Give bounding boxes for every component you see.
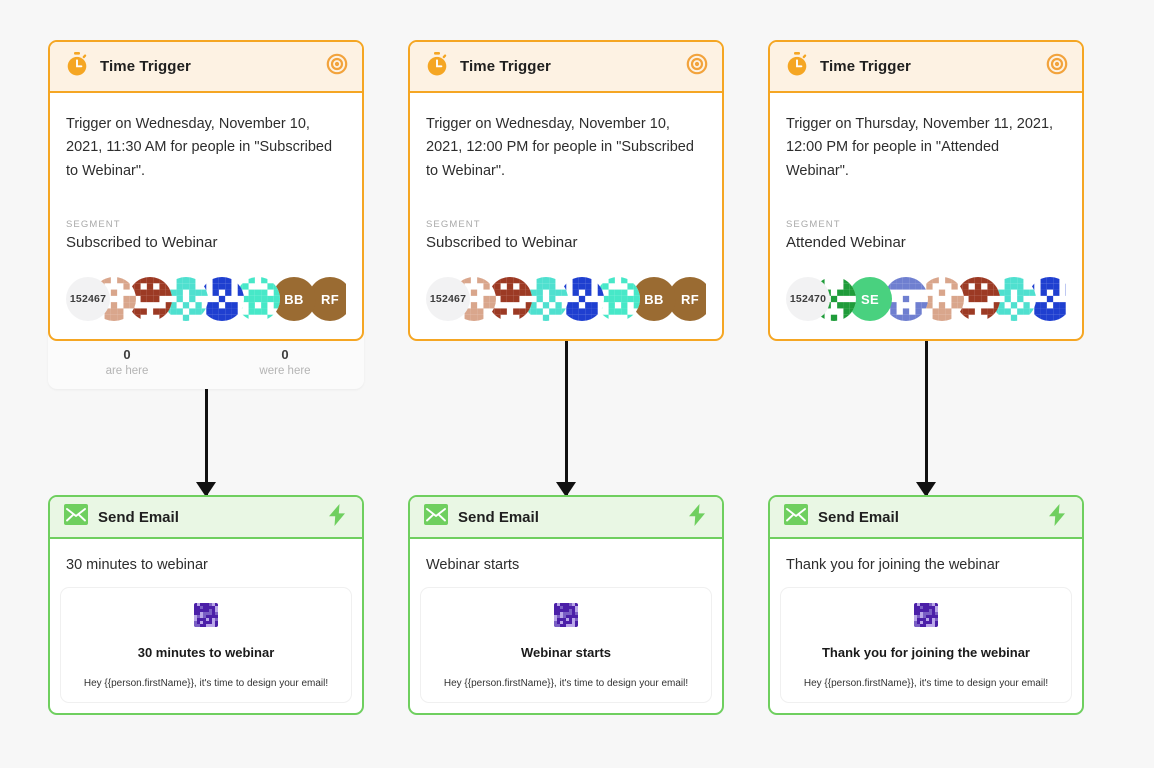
brand-logo-icon [914, 603, 938, 627]
email-card-header: Send Email [410, 497, 722, 539]
email-card-header: Send Email [50, 497, 362, 539]
email-preview[interactable]: Thank you for joining the webinar Hey {{… [780, 587, 1072, 703]
email-card-header: Send Email [770, 497, 1082, 539]
segment-label: SEGMENT [426, 219, 481, 231]
stopwatch-icon [64, 51, 90, 82]
brand-logo-icon [554, 603, 578, 627]
avatar-initials-label: BB [644, 291, 664, 307]
stat-value: 0 [123, 347, 131, 363]
segment-name[interactable]: Attended Webinar [786, 234, 1066, 251]
connector-line [565, 338, 568, 497]
email-title: Send Email [98, 508, 179, 526]
stat-label: were here [259, 365, 311, 378]
envelope-icon [64, 504, 88, 530]
target-icon[interactable] [1046, 53, 1068, 80]
lightning-bolt-icon[interactable] [326, 503, 348, 532]
trigger-description: Trigger on Thursday, November 11, 2021, … [786, 116, 1054, 179]
connector-line [205, 378, 208, 497]
avatar-strip: 152467 BB RF [66, 277, 346, 322]
send-email-card[interactable]: Send Email 30 minutes to webinar 30 minu… [48, 495, 364, 715]
segment-label: SEGMENT [786, 219, 841, 231]
avatar-initials-label: RF [321, 291, 339, 307]
avatar-count-label: 152470 [789, 293, 827, 306]
trigger-title: Time Trigger [100, 58, 191, 75]
trigger-description: Trigger on Wednesday, November 10, 2021,… [426, 116, 694, 179]
segment-block: SEGMENT Subscribed to Webinar [66, 219, 346, 251]
email-preview-heading: 30 minutes to webinar [137, 645, 275, 660]
avatar-initials-label: BB [284, 291, 304, 307]
email-subject: Thank you for joining the webinar [786, 557, 1000, 573]
connector-line [925, 338, 928, 497]
time-trigger-card[interactable]: Time Trigger Trigger on Thursday, Novemb… [768, 40, 1084, 342]
segment-block: SEGMENT Attended Webinar [786, 219, 1066, 251]
email-subject: 30 minutes to webinar [66, 557, 208, 573]
trigger-card-body: Trigger on Thursday, November 11, 2021, … [770, 93, 1082, 322]
email-preview-text: Hey {{person.firstName}}, it's time to d… [443, 678, 689, 689]
trigger-card-header: Time Trigger [770, 42, 1082, 93]
stat-label: are here [105, 365, 149, 378]
envelope-icon [424, 504, 448, 530]
segment-label: SEGMENT [66, 219, 121, 231]
trigger-title: Time Trigger [460, 58, 551, 75]
avatar-count-label: 152467 [429, 293, 467, 306]
workflow-column: Time Trigger Trigger on Wednesday, Novem… [408, 40, 724, 342]
target-icon[interactable] [686, 53, 708, 80]
email-card-body: Webinar starts [410, 539, 722, 573]
stopwatch-icon [424, 51, 450, 82]
email-card-body: Thank you for joining the webinar [770, 539, 1082, 573]
lightning-bolt-icon[interactable] [686, 503, 708, 532]
email-card-body: 30 minutes to webinar [50, 539, 362, 573]
stat-value: 0 [281, 347, 289, 363]
send-email-card[interactable]: Send Email Thank you for joining the web… [768, 495, 1084, 715]
lightning-bolt-icon[interactable] [1046, 503, 1068, 532]
workflow-column: Time Trigger Trigger on Thursday, Novemb… [768, 40, 1084, 342]
avatar-strip: 152467 BB RF [426, 277, 706, 322]
trigger-card-header: Time Trigger [410, 42, 722, 93]
connector-arrow [191, 378, 221, 497]
time-trigger-card[interactable]: Time Trigger Trigger on Wednesday, Novem… [48, 40, 364, 342]
stopwatch-icon [784, 51, 810, 82]
trigger-card-header: Time Trigger [50, 42, 362, 93]
segment-block: SEGMENT Subscribed to Webinar [426, 219, 706, 251]
trigger-title: Time Trigger [820, 58, 911, 75]
envelope-icon [784, 504, 808, 530]
email-preview-text: Hey {{person.firstName}}, it's time to d… [803, 678, 1049, 689]
connector-arrow [911, 338, 941, 497]
email-preview-heading: Thank you for joining the webinar [821, 645, 1030, 660]
avatar-count-label: 152467 [69, 293, 107, 306]
segment-name[interactable]: Subscribed to Webinar [426, 234, 706, 251]
workflow-column: Time Trigger Trigger on Wednesday, Novem… [48, 40, 364, 390]
email-preview-heading: Webinar starts [520, 645, 612, 660]
avatar-initials-label: RF [681, 291, 699, 307]
workflow-canvas: Time Trigger Trigger on Wednesday, Novem… [0, 0, 1154, 768]
avatar-initials-label: SE [861, 291, 879, 307]
email-title: Send Email [458, 508, 539, 526]
trigger-description: Trigger on Wednesday, November 10, 2021,… [66, 116, 333, 179]
email-preview[interactable]: Webinar starts Hey {{person.firstName}},… [420, 587, 712, 703]
trigger-card-body: Trigger on Wednesday, November 10, 2021,… [50, 93, 362, 322]
connector-arrow [551, 338, 581, 497]
segment-name[interactable]: Subscribed to Webinar [66, 234, 346, 251]
email-title: Send Email [818, 508, 899, 526]
email-subject: Webinar starts [426, 557, 520, 573]
avatar-strip: 152470 SE BB [786, 277, 1066, 322]
time-trigger-card[interactable]: Time Trigger Trigger on Wednesday, Novem… [408, 40, 724, 342]
trigger-card-body: Trigger on Wednesday, November 10, 2021,… [410, 93, 722, 322]
stat-were-here: 0 were here [206, 347, 364, 377]
brand-logo-icon [194, 603, 218, 627]
stat-are-here: 0 are here [48, 347, 206, 377]
email-preview[interactable]: 30 minutes to webinar Hey {{person.first… [60, 587, 352, 703]
email-preview-text: Hey {{person.firstName}}, it's time to d… [83, 678, 329, 689]
send-email-card[interactable]: Send Email Webinar starts Webinar starts… [408, 495, 724, 715]
target-icon[interactable] [326, 53, 348, 80]
